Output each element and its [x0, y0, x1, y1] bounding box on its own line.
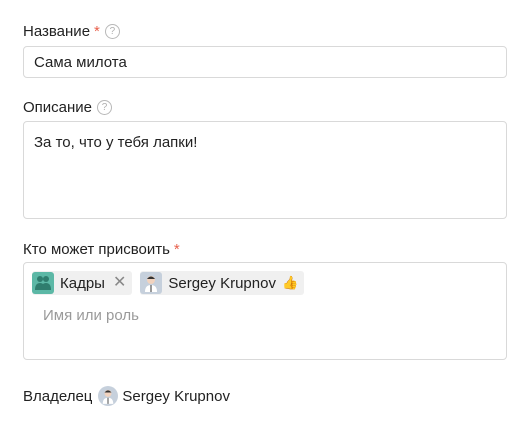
- owner-label: Владелец: [23, 387, 93, 405]
- chip-group-kadry[interactable]: Кадры ✕: [32, 271, 133, 295]
- description-label: Описание: [23, 99, 93, 116]
- close-icon[interactable]: ✕: [113, 275, 126, 291]
- required-mark: *: [173, 241, 180, 258]
- thumbs-up-icon: 👍: [281, 275, 299, 290]
- assign-label-row: Кто может присвоить *: [23, 241, 180, 258]
- title-label-row: Название * ?: [23, 23, 120, 40]
- chip-user-sergey[interactable]: Sergey Krupnov 👍: [140, 271, 305, 295]
- help-icon[interactable]: ?: [97, 100, 113, 115]
- title-input[interactable]: Сама милота: [23, 46, 507, 78]
- title-input-value: Сама милота: [34, 53, 127, 71]
- required-mark: *: [94, 23, 100, 40]
- assignees-placeholder: Имя или роль: [43, 307, 139, 324]
- title-label: Название: [23, 23, 91, 40]
- help-icon[interactable]: ?: [104, 24, 120, 39]
- owner-row: Владелец Sergey Krupnov: [23, 386, 230, 406]
- group-icon: [32, 272, 54, 294]
- description-textarea[interactable]: За то, что у тебя лапки!: [23, 121, 507, 219]
- description-label-row: Описание ?: [23, 99, 113, 116]
- assignee-chips: Кадры ✕ Sergey Krupnov 👍: [32, 271, 498, 295]
- assignees-input[interactable]: Кадры ✕ Sergey Krupnov 👍 Имя или роль: [23, 262, 507, 360]
- description-value: За то, что у тебя лапки!: [34, 134, 198, 151]
- owner-avatar: [98, 386, 119, 406]
- chip-label: Sergey Krupnov: [168, 274, 276, 292]
- user-avatar: [140, 272, 163, 294]
- owner-name[interactable]: Sergey Krupnov: [122, 388, 230, 405]
- assign-label: Кто может присвоить: [23, 241, 170, 258]
- chip-label: Кадры: [60, 274, 105, 292]
